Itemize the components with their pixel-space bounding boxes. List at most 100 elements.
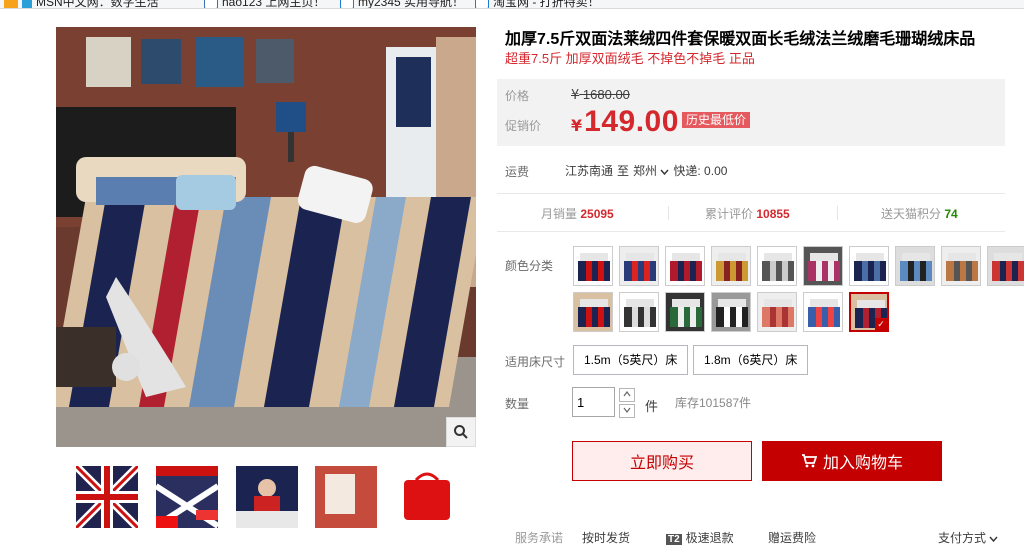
destination-dropdown[interactable]: 郑州 bbox=[633, 162, 669, 179]
swatch-image bbox=[896, 247, 934, 285]
size-option-1-5m[interactable]: 1.5m（5英尺）床 bbox=[573, 345, 689, 375]
tmall-points-value: 74 bbox=[944, 207, 958, 221]
express-fee: 快递: 0.00 bbox=[673, 164, 728, 178]
size-label: 适用床尺寸 bbox=[505, 355, 566, 369]
original-price-label: 价格 bbox=[505, 89, 530, 103]
tmall-points-label: 送天猫积分 bbox=[881, 207, 942, 221]
quantity-unit: 件 bbox=[645, 399, 659, 414]
check-icon: ✓ bbox=[875, 318, 887, 330]
review-count-value: 10855 bbox=[756, 207, 790, 221]
color-swatch-12[interactable] bbox=[619, 292, 659, 332]
color-swatch-16[interactable] bbox=[803, 292, 843, 332]
quantity-input[interactable] bbox=[572, 387, 615, 417]
zoom-button[interactable] bbox=[446, 417, 476, 447]
chevron-up-icon bbox=[623, 391, 631, 397]
bookmark-hao123[interactable]: hao123 上网主页！ bbox=[204, 0, 326, 9]
ie-icon bbox=[475, 0, 489, 8]
hao123-icon bbox=[204, 0, 218, 8]
swatch-image bbox=[942, 247, 980, 285]
chevron-down-icon bbox=[623, 407, 631, 413]
add-to-cart-button[interactable]: 加入购物车 bbox=[762, 441, 942, 481]
tmall-points: 送天猫积分 74 bbox=[881, 205, 958, 222]
color-swatch-17[interactable]: ✓ bbox=[849, 292, 889, 332]
monthly-sales-value: 25095 bbox=[580, 207, 614, 221]
swatch-image bbox=[804, 293, 842, 331]
search-icon bbox=[454, 425, 468, 439]
review-count[interactable]: 累计评价 10855 bbox=[705, 205, 790, 222]
product-title: 加厚7.5斤双面法莱绒四件套保暖双面长毛绒法兰绒磨毛珊瑚绒床品 bbox=[505, 31, 976, 48]
cart-icon bbox=[801, 454, 817, 468]
size-option-1-8m[interactable]: 1.8m（6英尺）床 bbox=[693, 345, 809, 375]
swatch-image bbox=[712, 247, 750, 285]
ie-icon bbox=[340, 0, 354, 8]
swatch-image bbox=[574, 293, 612, 331]
ship-to-word: 至 bbox=[617, 164, 630, 178]
thumbnail-3[interactable] bbox=[236, 466, 298, 528]
product-subtitle: 超重7.5斤 加厚双面绒毛 不掉色不掉毛 正品 bbox=[505, 51, 755, 66]
swatch-image bbox=[620, 293, 658, 331]
color-swatch-6[interactable] bbox=[803, 246, 843, 286]
service-fast-refund[interactable]: T2 极速退款 bbox=[666, 529, 734, 546]
bookmark-msn[interactable]: MSN中文网：数字生活 bbox=[4, 0, 159, 9]
bookmark-label: MSN中文网：数字生活 bbox=[36, 0, 159, 9]
label-tag-image bbox=[315, 466, 377, 528]
stock-count: 库存101587件 bbox=[675, 396, 752, 410]
currency-symbol: ¥ bbox=[571, 88, 580, 103]
bookmark-my2345[interactable]: my2345 实用导航！ bbox=[340, 0, 464, 8]
swatch-image bbox=[850, 247, 888, 285]
stats-row: 月销量 25095 累计评价 10855 送天猫积分 74 bbox=[497, 202, 1005, 224]
bookmark-label: hao123 上网主页！ bbox=[222, 0, 326, 9]
stat-separator bbox=[668, 206, 669, 220]
color-swatch-5[interactable] bbox=[757, 246, 797, 286]
color-swatch-11[interactable] bbox=[573, 292, 613, 332]
payment-methods[interactable]: 支付方式 bbox=[938, 529, 998, 546]
bookmarks-bar: MSN中文网：数字生活 hao123 上网主页！ my2345 实用导航！ 淘宝… bbox=[0, 0, 1024, 9]
shipping-info: 江苏南通 至 郑州 快递: 0.00 bbox=[565, 162, 727, 179]
monthly-sales: 月销量 25095 bbox=[541, 205, 614, 222]
swatch-image bbox=[804, 247, 842, 285]
union-jack-bedding-image bbox=[76, 466, 138, 528]
original-price-value: 1680.00 bbox=[582, 87, 630, 102]
bookmark-label: 淘宝网 - 打折特卖！ bbox=[493, 0, 600, 9]
currency-symbol: ¥ bbox=[571, 116, 583, 135]
service-fast-refund-label: 极速退款 bbox=[685, 531, 734, 545]
stat-separator bbox=[837, 206, 838, 220]
bookmark-taobao[interactable]: 淘宝网 - 打折特卖！ bbox=[475, 0, 600, 9]
quantity-increase-button[interactable] bbox=[619, 388, 635, 402]
thumbnail-4[interactable] bbox=[315, 466, 377, 528]
service-shipping-insurance[interactable]: 赠运费险 bbox=[768, 529, 816, 546]
lowest-price-badge: 历史最低价 bbox=[682, 112, 751, 128]
swatch-image bbox=[620, 247, 658, 285]
color-swatch-2[interactable] bbox=[619, 246, 659, 286]
thumbnail-5[interactable] bbox=[396, 466, 458, 528]
service-on-time-shipping[interactable]: 按时发货 bbox=[582, 529, 630, 546]
color-swatch-14[interactable] bbox=[711, 292, 751, 332]
color-swatch-8[interactable] bbox=[895, 246, 935, 286]
red-bag-image bbox=[396, 466, 458, 528]
color-swatch-13[interactable] bbox=[665, 292, 705, 332]
color-swatch-7[interactable] bbox=[849, 246, 889, 286]
swatch-image bbox=[758, 247, 796, 285]
price-box: 价格 ¥ 1680.00 促销价 ¥ 149.00 历史最低价 bbox=[497, 79, 1005, 146]
add-to-cart-label: 加入购物车 bbox=[822, 455, 903, 472]
monthly-sales-label: 月销量 bbox=[541, 207, 578, 221]
bedroom-photo bbox=[56, 27, 476, 447]
msn-icon bbox=[4, 0, 18, 8]
main-product-image[interactable] bbox=[56, 27, 476, 447]
color-swatch-1[interactable] bbox=[573, 246, 613, 286]
thumbnail-2[interactable] bbox=[156, 466, 218, 528]
color-swatch-4[interactable] bbox=[711, 246, 751, 286]
color-swatch-3[interactable] bbox=[665, 246, 705, 286]
chevron-down-icon bbox=[989, 536, 998, 543]
swatch-image bbox=[988, 247, 1024, 285]
color-swatch-15[interactable] bbox=[757, 292, 797, 332]
color-swatch-9[interactable] bbox=[941, 246, 981, 286]
buy-now-button[interactable]: 立即购买 bbox=[572, 441, 752, 481]
promo-price: ¥ 149.00 bbox=[571, 105, 679, 139]
quantity-decrease-button[interactable] bbox=[619, 404, 635, 418]
review-count-label: 累计评价 bbox=[705, 207, 754, 221]
color-swatch-10[interactable] bbox=[987, 246, 1024, 286]
promo-price-value: 149.00 bbox=[584, 105, 679, 138]
payment-methods-label: 支付方式 bbox=[938, 531, 987, 545]
thumbnail-1[interactable] bbox=[76, 466, 138, 528]
